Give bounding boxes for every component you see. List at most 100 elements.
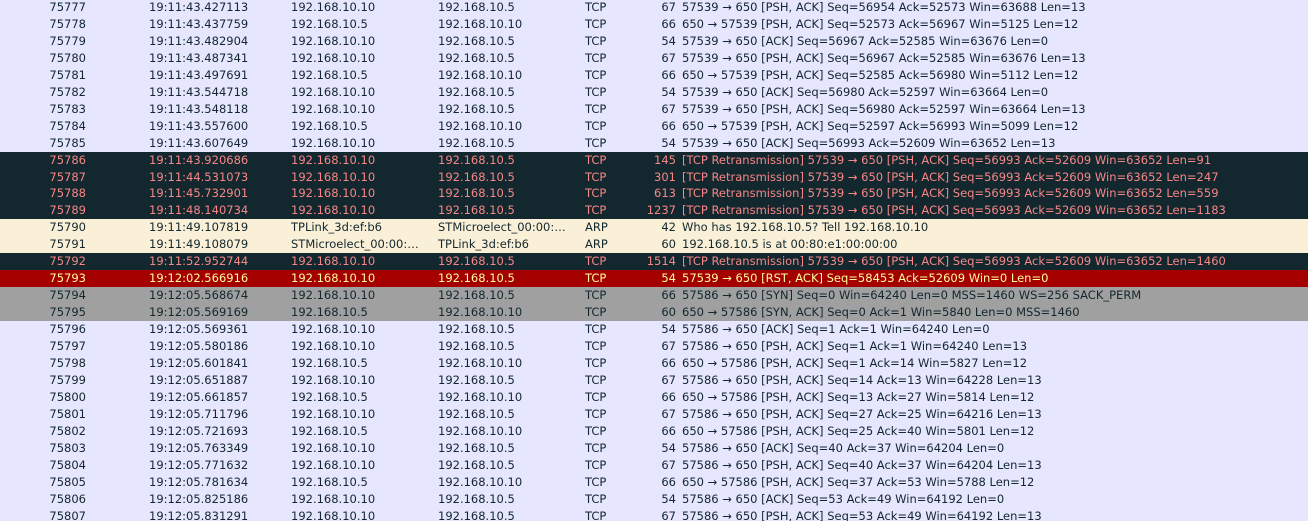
packet-row[interactable]: 75802 19:12:05.721693 192.168.10.5 192.168.… [0,422,1308,440]
packet-row[interactable]: 75793 19:12:02.566916 192.168.10.10 192.168… [0,270,1308,288]
packet-source: 192.168.10.10 [291,203,376,218]
packet-row[interactable]: 75788 19:11:45.732901 192.168.10.10 192.168… [0,185,1308,203]
packet-row[interactable]: 75796 19:12:05.569361 192.168.10.10 192.168… [0,321,1308,339]
packet-destination: 192.168.10.5 [438,203,515,218]
packet-row[interactable]: 75784 19:11:43.557600 192.168.10.5 192.168.… [0,117,1308,135]
packet-number: 75798 [49,355,86,370]
packet-time: 19:12:05.580186 [149,339,249,353]
packet-time: 19:11:43.607649 [149,135,249,150]
packet-length: 66 [661,423,676,438]
packet-row[interactable]: 75806 19:12:05.825186 192.168.10.10 192.168… [0,490,1308,508]
packet-row[interactable]: 75794 19:12:05.568674 192.168.10.10 192.168… [0,287,1308,305]
packet-length: 60 [661,237,676,252]
packet-length: 1514 [646,254,676,269]
packet-row[interactable]: 75791 19:11:49.108079 STMicroelect_00:00:…… [0,236,1308,254]
packet-row[interactable]: 75795 19:12:05.569169 192.168.10.5 192.168.… [0,304,1308,322]
packet-source: 192.168.10.10 [291,135,376,150]
packet-source: 192.168.10.10 [291,271,376,286]
packet-source: 192.168.10.10 [291,254,376,269]
packet-source: 192.168.10.5 [291,67,368,82]
packet-time: 19:12:05.569361 [149,322,249,337]
packet-row[interactable]: 75789 19:11:48.140734 192.168.10.10 192.168… [0,202,1308,220]
packet-info: 650 → 57586 [PSH, ACK] Seq=25 Ack=40 Win… [682,423,1035,438]
packet-number: 75802 [49,423,86,438]
packet-row[interactable]: 75800 19:12:05.661857 192.168.10.5 192.168.… [0,388,1308,406]
packet-row[interactable]: 75785 19:11:43.607649 192.168.10.10 192.168… [0,134,1308,152]
packet-number: 75792 [49,254,86,269]
packet-number: 75784 [49,118,86,133]
packet-list[interactable]: 75777 19:11:43.427113 192.168.10.10 192.168… [0,0,1308,521]
packet-info: 57539 → 650 [ACK] Seq=56980 Ack=52597 Wi… [682,84,1049,99]
packet-number: 75778 [49,16,86,31]
packet-row[interactable]: 75799 19:12:05.651887 192.168.10.10 192.168… [0,371,1308,389]
packet-length: 66 [661,67,676,82]
packet-row[interactable]: 75798 19:12:05.601841 192.168.10.5 192.168.… [0,354,1308,372]
packet-row[interactable]: 75807 19:12:05.831291 192.168.10.10 192.168… [0,507,1308,521]
packet-source: 192.168.10.10 [291,457,376,472]
packet-source: 192.168.10.10 [291,440,376,455]
packet-number: 75794 [49,288,86,303]
packet-row[interactable]: 75779 19:11:43.482904 192.168.10.10 192.168… [0,32,1308,50]
packet-source: 192.168.10.10 [291,84,376,99]
packet-time: 19:12:05.771632 [149,457,249,472]
packet-number: 75796 [49,322,86,337]
packet-number: 75787 [49,169,86,184]
packet-length: 67 [661,50,676,65]
packet-info: 57586 → 650 [ACK] Seq=53 Ack=49 Win=6419… [682,491,1005,506]
packet-info: 57586 → 650 [PSH, ACK] Seq=27 Ack=25 Win… [682,406,1042,421]
packet-number: 75780 [49,50,86,65]
packet-row[interactable]: 75778 19:11:43.437759 192.168.10.5 192.168.… [0,15,1308,33]
packet-info: 57586 → 650 [ACK] Seq=1 Ack=1 Win=64240 … [682,322,990,337]
packet-number: 75799 [49,372,86,387]
packet-row[interactable]: 75801 19:12:05.711796 192.168.10.10 192.168… [0,405,1308,423]
packet-row[interactable]: 75803 19:12:05.763349 192.168.10.10 192.168… [0,439,1308,457]
packet-source: 192.168.10.10 [291,406,376,421]
packet-row[interactable]: 75797 19:12:05.580186 192.168.10.10 192.168… [0,338,1308,355]
packet-time: 19:11:48.140734 [149,203,249,218]
packet-row[interactable]: 75792 19:11:52.952744 192.168.10.10 192.168… [0,253,1308,271]
packet-row[interactable]: 75777 19:11:43.427113 192.168.10.10 192.168… [0,0,1308,16]
packet-destination: 192.168.10.5 [438,508,515,521]
packet-number: 75777 [49,0,86,14]
packet-number: 75791 [49,237,86,252]
packet-source: 192.168.10.10 [291,508,376,521]
packet-row[interactable]: 75780 19:11:43.487341 192.168.10.10 192.168… [0,49,1308,67]
packet-number: 75804 [49,457,86,472]
packet-info: 650 → 57586 [PSH, ACK] Seq=13 Ack=27 Win… [682,389,1035,404]
packet-source: 192.168.10.5 [291,423,368,438]
packet-destination: 192.168.10.5 [438,406,515,421]
packet-number: 75782 [49,84,86,99]
packet-destination: 192.168.10.10 [438,305,523,320]
packet-row[interactable]: 75781 19:11:43.497691 192.168.10.5 192.168.… [0,66,1308,84]
packet-destination: 192.168.10.5 [438,152,515,167]
packet-info: [TCP Retransmission] 57539 → 650 [PSH, A… [682,254,1226,269]
packet-destination: 192.168.10.5 [438,372,515,387]
packet-source: 192.168.10.5 [291,305,368,320]
packet-row[interactable]: 75790 19:11:49.107819 TPLink_3d:ef:b6 STMic… [0,219,1308,237]
packet-row[interactable]: 75804 19:12:05.771632 192.168.10.10 192.168… [0,456,1308,474]
packet-info: 57539 → 650 [ACK] Seq=56993 Ack=52609 Wi… [682,135,1056,150]
packet-destination: 192.168.10.5 [438,135,515,150]
packet-row[interactable]: 75782 19:11:43.544718 192.168.10.10 192.168… [0,83,1308,101]
packet-row[interactable]: 75786 19:11:43.920686 192.168.10.10 192.168… [0,151,1308,169]
packet-number: 75788 [49,186,86,201]
packet-length: 54 [661,440,676,455]
packet-destination: TPLink_3d:ef:b6 [438,237,529,252]
packet-info: 57586 → 650 [PSH, ACK] Seq=40 Ack=37 Win… [682,457,1042,472]
packet-time: 19:12:05.601841 [149,355,249,370]
packet-info: 57539 → 650 [ACK] Seq=56967 Ack=52585 Wi… [682,33,1049,48]
packet-time: 19:11:43.427113 [149,0,249,14]
packet-destination: 192.168.10.10 [438,355,523,370]
packet-info: 57539 → 650 [PSH, ACK] Seq=56967 Ack=525… [682,50,1086,65]
packet-length: 54 [661,84,676,99]
packet-destination: 192.168.10.5 [438,339,515,353]
packet-row[interactable]: 75783 19:11:43.548118 192.168.10.10 192.168… [0,100,1308,118]
packet-info: 57586 → 650 [SYN] Seq=0 Win=64240 Len=0 … [682,288,1142,303]
packet-row[interactable]: 75787 19:11:44.531073 192.168.10.10 192.168… [0,168,1308,186]
packet-destination: 192.168.10.5 [438,271,515,286]
packet-row[interactable]: 75805 19:12:05.781634 192.168.10.5 192.168.… [0,473,1308,491]
packet-length: 67 [661,457,676,472]
packet-number: 75800 [49,389,86,404]
packet-time: 19:12:05.825186 [149,491,249,506]
packet-info: 57586 → 650 [PSH, ACK] Seq=53 Ack=49 Win… [682,508,1042,521]
